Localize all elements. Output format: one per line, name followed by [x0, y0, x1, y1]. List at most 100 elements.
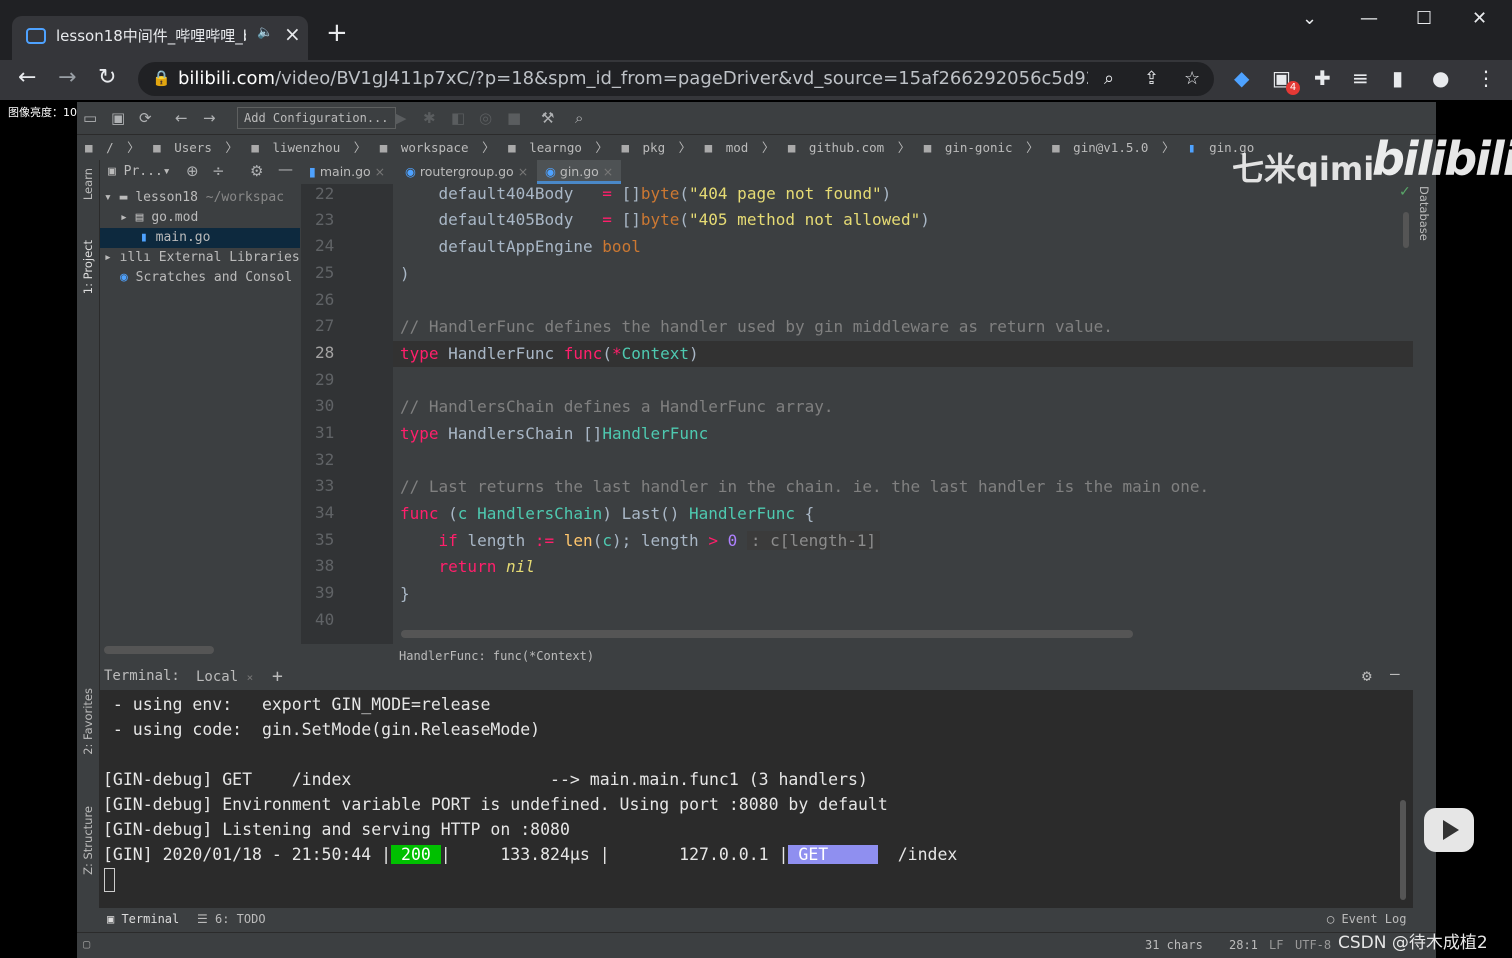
code-line: ) [400, 264, 410, 283]
code-comment: // HandlersChain defines a HandlerFunc a… [400, 397, 834, 416]
line-number: 27 [315, 316, 335, 335]
breadcrumb-item[interactable]: ■ Users 〉 [153, 140, 238, 155]
terminal-output[interactable]: - using env: export GIN_MODE=release - u… [100, 690, 1413, 908]
breadcrumb-item[interactable]: ■ liwenzhou 〉 [251, 140, 366, 155]
chrome-menu-icon[interactable]: ⋮ [1476, 66, 1496, 90]
gear-icon[interactable]: ⚙ [250, 162, 263, 180]
share-icon[interactable]: ⇪ [1144, 68, 1159, 89]
breadcrumb-item[interactable]: ■ pkg 〉 [621, 140, 691, 155]
project-tool-tab[interactable]: 1: Project [81, 240, 95, 294]
side-panel-icon[interactable]: ▮ [1392, 66, 1403, 90]
terminal-tab-local[interactable]: Local × [188, 666, 262, 692]
line-number: 40 [315, 610, 335, 629]
line-number: 24 [315, 236, 335, 255]
coverage-icon[interactable]: ◧ [451, 109, 465, 127]
stop-icon[interactable]: ■ [507, 109, 521, 127]
code-line: default405Body = []byte("405 method not … [438, 210, 930, 229]
nav-forward-icon[interactable]: → [203, 109, 216, 127]
right-tool-strip: Database [1413, 160, 1436, 660]
url-text[interactable]: bilibili.com/video/BV1gJ411p7xC/?p=18&sp… [178, 68, 1088, 89]
profile-icon[interactable]: ◎ [479, 109, 492, 127]
editor-hscrollbar[interactable] [401, 630, 1133, 638]
favorites-tool-tab[interactable]: 2: Favorites [81, 688, 95, 755]
terminal-line: - using env: export GIN_MODE=release [103, 695, 491, 714]
new-terminal-button[interactable]: + [272, 666, 283, 687]
reload-button[interactable]: ↻ [98, 65, 116, 90]
breadcrumb-item[interactable]: ■ learngo 〉 [508, 140, 608, 155]
sync-icon[interactable]: ⟳ [139, 109, 152, 127]
breadcrumb-item[interactable]: ■ workspace 〉 [380, 140, 495, 155]
caret-position[interactable]: 28:1 [1229, 938, 1258, 952]
terminal-gear-icon[interactable]: ⚙ [1362, 666, 1372, 685]
locate-icon[interactable]: ⊕ [186, 162, 199, 180]
code-editor[interactable]: default404Body = []byte("404 page not fo… [393, 184, 1413, 644]
folded-code-hint[interactable]: : c[length-1] [746, 531, 881, 550]
breadcrumb-item[interactable]: ■ mod 〉 [705, 140, 775, 155]
new-tab-button[interactable]: + [326, 18, 348, 48]
tree-item-go-mod[interactable]: ▸ ▤ go.mod [100, 208, 300, 228]
tree-item-lesson18[interactable]: ▾ ▬ lesson18 ~/workspac [100, 188, 300, 208]
terminal-tool-tab[interactable]: ▣ Terminal [107, 912, 179, 926]
structure-tool-tab[interactable]: Z: Structure [81, 806, 95, 875]
extension-badge: 4 [1286, 81, 1300, 95]
database-tool-tab[interactable]: Database [1417, 186, 1431, 241]
hide-panel-icon[interactable]: — [278, 160, 293, 178]
editor-vscrollbar[interactable] [1403, 212, 1409, 248]
minimize-button[interactable]: — [1360, 8, 1378, 29]
close-tab-icon[interactable]: × [284, 22, 301, 46]
tab-search-chevron-icon[interactable]: ⌄ [1302, 8, 1317, 29]
browser-tab[interactable]: lesson18中间件_哔哩哔哩_b 🔈 × [12, 16, 308, 60]
file-encoding[interactable]: UTF-8 [1295, 938, 1331, 952]
extension-diamond-icon[interactable]: ◆ [1234, 66, 1249, 90]
maximize-button[interactable]: ☐ [1416, 8, 1432, 29]
breadcrumb-item[interactable]: ■ gin@v1.5.0 〉 [1052, 140, 1174, 155]
bookmark-star-icon[interactable]: ☆ [1184, 68, 1200, 89]
breadcrumb-item[interactable]: ■ github.com 〉 [788, 140, 910, 155]
todo-tool-tab[interactable]: ☰ 6: TODO [197, 912, 266, 926]
search-icon[interactable]: ⌕ [575, 109, 583, 127]
breadcrumb-item[interactable]: ■ / 〉 [85, 140, 140, 155]
terminal-icon: ▣ [107, 912, 122, 926]
close-window-button[interactable]: ✕ [1472, 8, 1487, 29]
forward-button[interactable]: → [58, 65, 76, 90]
browser-toolbar: ← → ↻ 🔒 bilibili.com/video/BV1gJ411p7xC/… [0, 60, 1512, 100]
terminal-line: [GIN-debug] Environment variable PORT is… [103, 795, 888, 814]
nav-back-icon[interactable]: ← [175, 109, 188, 127]
tree-item-main-go[interactable]: ▮ main.go [100, 228, 300, 248]
event-log-tab[interactable]: ◯ Event Log [1327, 912, 1406, 926]
open-folder-icon[interactable]: ▭ [83, 109, 97, 127]
extensions-puzzle-icon[interactable]: ✚ [1314, 66, 1331, 90]
panel-toggle-icon[interactable]: ▢ [83, 937, 90, 951]
wrench-settings-icon[interactable]: ⚒ [541, 109, 554, 127]
tab-main-go[interactable]: ▮ main.go × [309, 160, 385, 184]
bottom-tool-bar: ▣ Terminal ☰ 6: TODO ◯ Event Log [77, 908, 1436, 932]
learn-tool-tab[interactable]: Learn [81, 168, 95, 200]
back-button[interactable]: ← [18, 65, 36, 90]
code-line: type HandlersChain []HandlerFunc [400, 424, 709, 443]
project-hscrollbar[interactable] [104, 646, 214, 654]
reading-list-icon[interactable]: ≡ [1352, 66, 1369, 90]
ide-toolbar: ▭ ▣ ⟳ ← → Add Configuration... ▶ ✱ ◧ ◎ ■… [77, 102, 1436, 135]
lock-icon[interactable]: 🔒 [152, 69, 171, 87]
tree-item-scratches[interactable]: ◉ Scratches and Consol [100, 268, 300, 288]
collapse-icon[interactable]: ÷ [212, 162, 225, 180]
code-line: } [400, 584, 410, 603]
add-configuration-button[interactable]: Add Configuration... [237, 107, 396, 129]
breadcrumb-item[interactable]: ■ gin-gonic 〉 [924, 140, 1039, 155]
code-signature-hint: HandlerFunc: func(*Context) [393, 644, 1413, 668]
terminal-hide-icon[interactable]: — [1390, 664, 1400, 683]
line-separator[interactable]: LF [1269, 938, 1283, 952]
terminal-vscrollbar[interactable] [1400, 800, 1406, 900]
inspection-ok-icon[interactable]: ✓ [1399, 184, 1411, 200]
address-bar[interactable]: 🔒 bilibili.com/video/BV1gJ411p7xC/?p=18&… [138, 62, 1214, 96]
play-button-icon[interactable] [1424, 808, 1474, 852]
save-icon[interactable]: ▣ [111, 109, 125, 127]
line-number: 35 [315, 530, 335, 549]
run-icon[interactable]: ▶ [395, 109, 407, 127]
debug-icon[interactable]: ✱ [423, 109, 436, 127]
tree-item-external-libraries[interactable]: ▸ ıllı External Libraries [100, 248, 300, 268]
speaker-mute-icon[interactable]: 🔈 [257, 25, 273, 40]
project-view-selector[interactable]: ▣ Pr...▾ [108, 164, 171, 179]
zoom-search-icon[interactable]: ⌕ [1104, 68, 1114, 89]
profile-avatar-icon[interactable]: ● [1432, 66, 1449, 90]
